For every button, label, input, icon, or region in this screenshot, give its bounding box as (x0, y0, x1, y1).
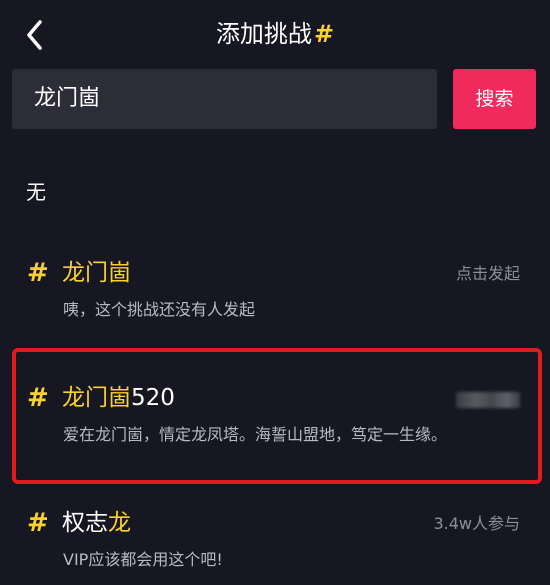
hashtag-icon: # (27, 258, 49, 288)
participant-count: 3.4w人参与 (433, 514, 520, 533)
top-bar: 添加挑战# (0, 0, 550, 68)
challenge-title: 龙门崮 (62, 258, 131, 288)
hashtag-icon: # (27, 383, 49, 413)
challenge-title-highlight: 龙门崮 (62, 260, 131, 286)
search-button[interactable]: 搜索 (453, 69, 536, 129)
page-title: 添加挑战# (0, 16, 550, 52)
challenge-title-highlight: 龙 (108, 510, 131, 536)
search-input[interactable]: 龙门崮 (12, 69, 437, 129)
challenge-title: 龙门崮520 (62, 383, 175, 413)
challenge-description: 爱在龙门崮，情定龙凤塔。海誓山盟地，笃定一生缘。 (63, 425, 448, 444)
challenge-item-longmengu[interactable]: # 龙门崮 点击发起 咦，这个挑战还没有人发起 (0, 258, 550, 328)
blurred-participant-count (456, 392, 520, 408)
challenge-item-quanzhilong[interactable]: # 权志龙 3.4w人参与 VIP应该都会用这个吧! (0, 508, 550, 585)
start-challenge-label[interactable]: 点击发起 (456, 262, 520, 286)
challenge-title-plain: 520 (131, 385, 175, 411)
challenge-title-highlight: 龙门崮 (62, 385, 131, 411)
challenge-title-plain: 权志 (62, 510, 108, 536)
challenge-item-longmengu-520[interactable]: # 龙门崮520 爱在龙门崮，情定龙凤塔。海誓山盟地，笃定一生缘。 (0, 383, 550, 463)
challenge-title: 权志龙 (62, 508, 131, 538)
challenge-description: 咦，这个挑战还没有人发起 (63, 300, 256, 319)
hashtag-icon: # (27, 508, 49, 538)
add-challenge-screen: 添加挑战# 龙门崮 搜索 无 # 龙门崮 点击发起 咦，这个挑战还没有人发起 #… (0, 0, 550, 585)
challenge-description: VIP应该都会用这个吧! (63, 550, 223, 569)
page-title-text: 添加挑战 (215, 20, 312, 48)
hashtag-icon: # (313, 20, 335, 48)
result-note: 无 (26, 180, 46, 204)
